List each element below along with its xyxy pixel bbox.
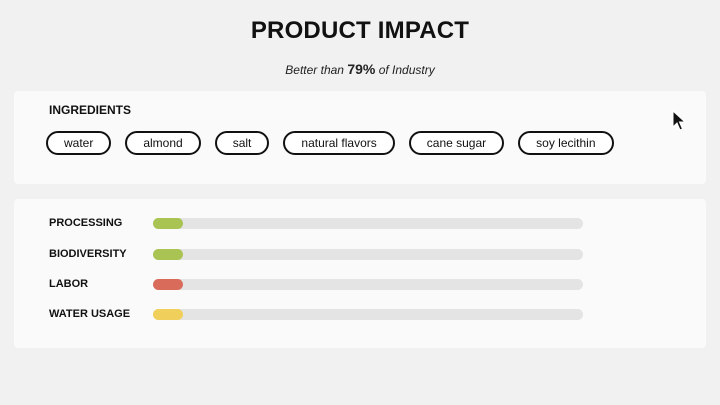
ingredient-chip-water[interactable]: water (46, 131, 112, 155)
metric-label: LABOR (49, 278, 89, 290)
ingredients-heading: INGREDIENTS (49, 103, 132, 117)
metric-row-processing: PROCESSING (49, 216, 589, 230)
industry-percentile: 79% (347, 61, 376, 77)
metric-row-biodiversity: BIODIVERSITY (49, 247, 589, 261)
ingredient-chip-natural-flavors[interactable]: natural flavors (283, 131, 395, 155)
metric-track (153, 249, 583, 260)
page-title: PRODUCT IMPACT (250, 17, 470, 44)
ingredient-chip-salt[interactable]: salt (214, 131, 270, 155)
metric-fill (153, 218, 184, 229)
metric-fill (153, 309, 184, 320)
metric-row-water-usage: WATER USAGE (49, 307, 589, 321)
metric-label: PROCESSING (49, 217, 123, 229)
impact-card: PROCESSING BIODIVERSITY LABOR WATER USAG… (14, 199, 706, 348)
metric-fill (153, 249, 184, 260)
ingredient-chip-soy-lecithin[interactable]: soy lecithin (518, 131, 614, 155)
metric-track (153, 279, 583, 290)
ingredients-card: INGREDIENTS water almond salt natural fl… (14, 91, 706, 184)
ingredient-chip-cane-sugar[interactable]: cane sugar (408, 131, 505, 155)
metric-label: BIODIVERSITY (49, 248, 127, 260)
metric-fill (153, 279, 184, 290)
metric-row-labor: LABOR (49, 277, 589, 291)
ingredient-chip-almond[interactable]: almond (125, 131, 201, 155)
metric-label: WATER USAGE (49, 308, 131, 320)
subtitle-prefix: Better than (285, 63, 344, 77)
industry-comparison: Better than 79% of Industry (0, 61, 720, 77)
metric-track (153, 218, 583, 229)
mouse-pointer-icon (672, 110, 686, 131)
ingredient-chip-list: water almond salt natural flavors cane s… (46, 131, 614, 155)
subtitle-suffix: of Industry (378, 63, 435, 77)
metric-track (153, 309, 583, 320)
